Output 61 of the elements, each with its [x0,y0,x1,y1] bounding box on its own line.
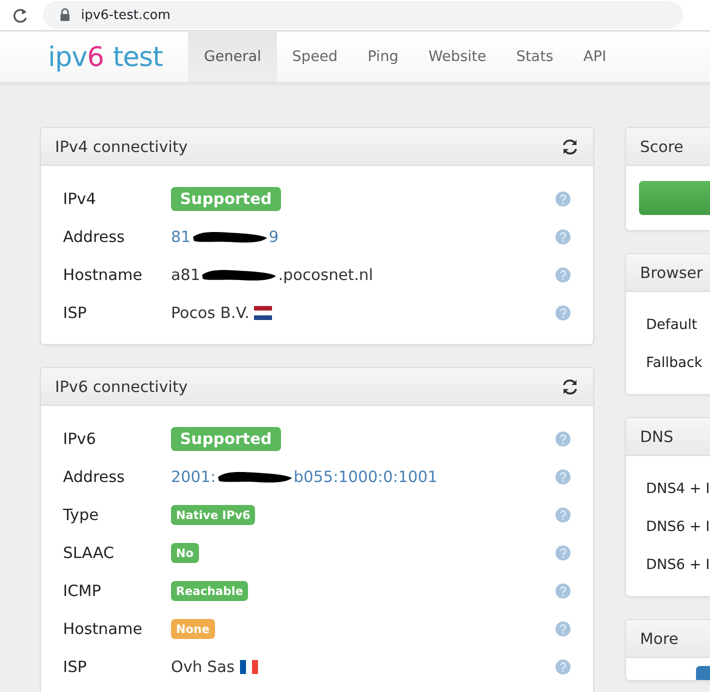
field-label: ISP [63,658,88,676]
nav-tab[interactable]: Stats [501,32,568,82]
field-label: Hostname [63,620,144,638]
refresh-icon[interactable] [561,378,579,396]
status-badge: Reachable [171,581,248,601]
field-label: Hostname [63,266,144,284]
isp-name: Ovh Sas [171,658,235,676]
nav-tab[interactable]: Ping [352,32,414,82]
help-icon[interactable] [555,659,571,675]
reload-icon[interactable] [12,6,29,24]
panel-title: Score [640,138,684,156]
field-label: ISP [63,304,88,322]
status-badge: No [171,543,199,563]
help-icon[interactable] [555,507,571,523]
isp-name: Pocos B.V. [171,304,250,322]
help-icon[interactable] [555,621,571,637]
address-link[interactable]: b055:1000:0:1001 [294,468,438,486]
address-bar[interactable]: ipv6-test.com [43,1,683,29]
status-badge: None [171,619,215,639]
field-label: ICMP [63,582,102,600]
flag-icon [254,306,272,320]
panel-title: Browser [640,264,703,282]
help-icon[interactable] [555,229,571,245]
hostname-text: a81 [171,266,200,284]
field-label: Address [63,468,126,486]
lock-icon [59,8,71,22]
row-label: Default [646,316,698,335]
status-badge: Supported [171,187,281,211]
panel-title: IPv4 connectivity [55,138,188,156]
nav-tab[interactable]: Website [413,32,502,82]
flag-icon [240,660,258,674]
help-icon[interactable] [555,305,571,321]
field-label: IPv6 [63,430,97,448]
help-icon[interactable] [555,583,571,599]
address-link[interactable]: 81 [171,228,191,246]
nav-tab[interactable]: Speed [277,32,353,82]
help-icon[interactable] [555,545,571,561]
address-link[interactable]: 2001: [171,468,216,486]
hostname-text: .pocosnet.nl [278,266,374,284]
help-icon[interactable] [555,267,571,283]
field-label: Address [63,228,126,246]
row-label: DNS6 + I [646,556,710,575]
row-label: Fallback [646,354,704,373]
panel-title: More [640,630,678,648]
field-label: SLAAC [63,544,116,562]
field-label: IPv4 [63,190,97,208]
field-label: Type [63,506,100,524]
address-link[interactable]: 9 [268,228,279,246]
status-badge: Native IPv6 [171,505,256,525]
row-label: DNS6 + I [646,518,710,537]
panel-title: DNS [640,428,674,446]
row-label: DNS4 + I [646,480,710,499]
status-badge: Supported [171,427,281,451]
panel-title: IPv6 connectivity [55,378,188,396]
site-logo[interactable]: ipv6 test [48,32,188,82]
help-icon[interactable] [555,469,571,485]
help-icon[interactable] [555,431,571,447]
help-icon[interactable] [555,191,571,207]
nav-tab[interactable]: API [568,32,622,82]
refresh-icon[interactable] [561,138,579,156]
nav-tab[interactable]: General [188,32,278,82]
